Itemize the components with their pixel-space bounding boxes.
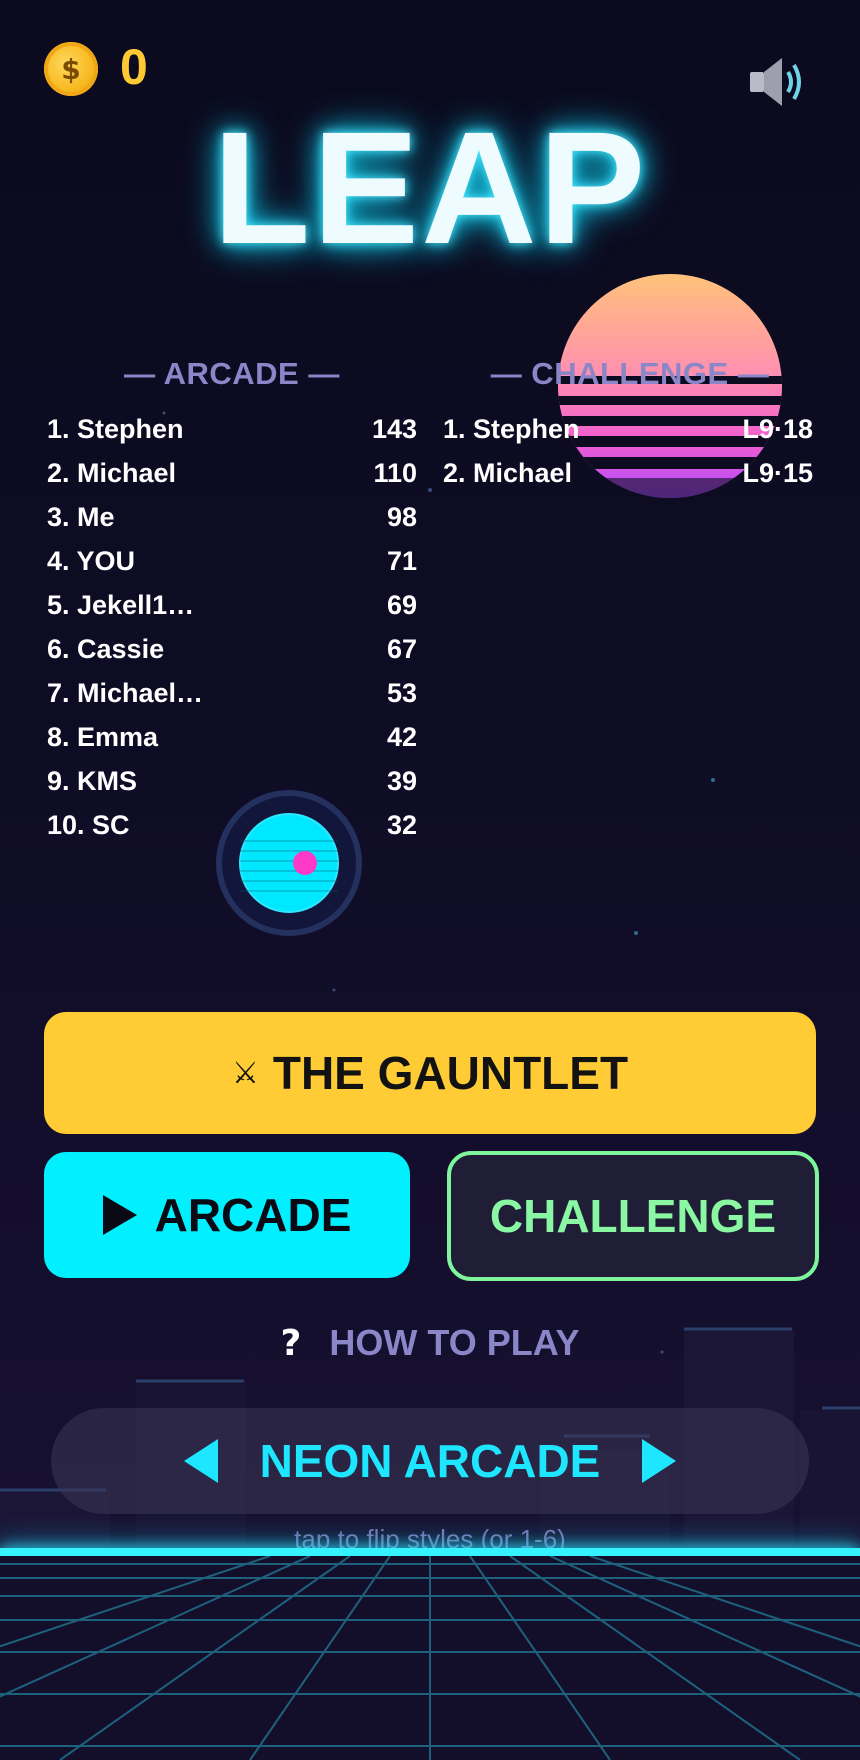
star-dots-decoration xyxy=(162,411,715,1354)
neon-grid-floor xyxy=(0,1556,860,1760)
game-menu-screen: $ 0 LEAP — ARCADE — 1. Stephen 143 2. Mi… xyxy=(0,0,860,1760)
